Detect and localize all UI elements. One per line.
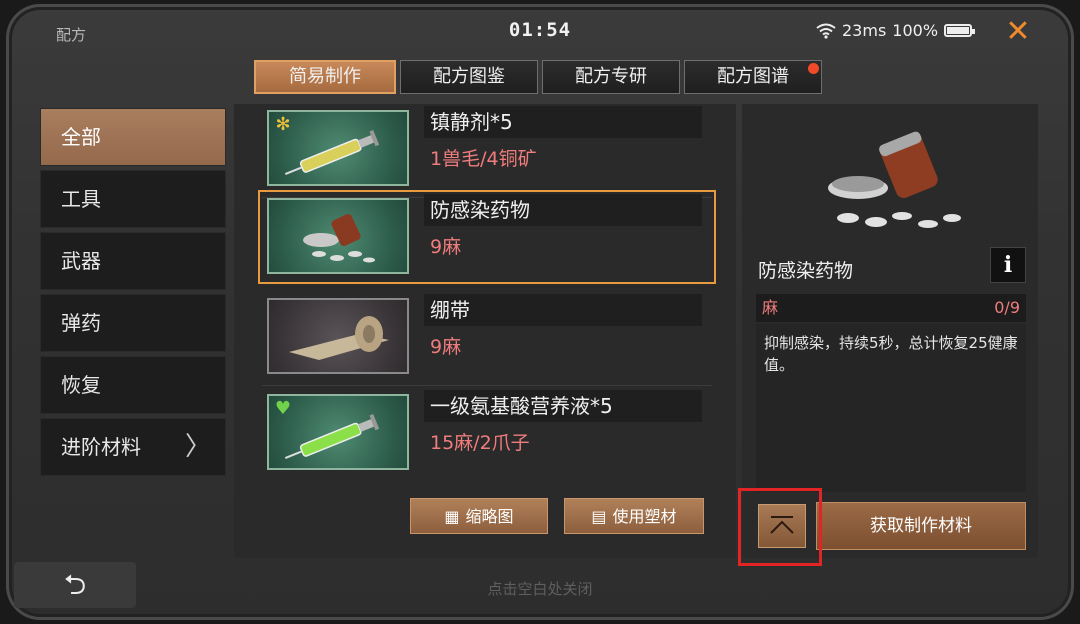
recipe-row-anti-infection[interactable]: 防感染药物 9麻 (258, 190, 716, 284)
recipe-cost: 9麻 (430, 236, 462, 258)
recipe-row-bandage[interactable]: 绷带 9麻 (262, 294, 712, 386)
thumbnail-view-button[interactable]: ▦ 缩略图 (410, 498, 548, 534)
detail-title: 防感染药物 (758, 260, 854, 282)
tab-simple-craft[interactable]: 简易制作 (254, 60, 396, 94)
notification-dot (808, 63, 819, 74)
chevron-right-icon: 〉 (184, 432, 211, 462)
tab-label: 简易制作 (289, 66, 361, 87)
tutorial-highlight-box (738, 488, 822, 566)
sidebar-item-weapons[interactable]: 武器 (40, 232, 226, 290)
battery-text: 100% (892, 21, 939, 40)
category-sidebar: 全部 工具 武器 弹药 恢复 进阶材料 〉 (40, 108, 226, 480)
battery-icon (944, 24, 976, 37)
recipe-cost: 9麻 (430, 336, 462, 358)
use-plastic-button[interactable]: ▤ 使用塑材 (564, 498, 704, 534)
sidebar-item-label: 全部 (61, 125, 101, 149)
sidebar-item-label: 弹药 (61, 311, 101, 335)
button-label: 缩略图 (465, 507, 514, 526)
info-button[interactable]: i (990, 247, 1026, 283)
sidebar-item-advanced-materials[interactable]: 进阶材料 〉 (40, 418, 226, 476)
requirement-name: 麻 (762, 298, 779, 317)
recipe-cost: 1兽毛/4铜矿 (430, 148, 537, 170)
tab-recipe-encyclopedia[interactable]: 配方图鉴 (400, 60, 538, 94)
recipe-list: ✻ 镇静剂*5 1兽毛/4铜矿 防感染药物 9麻 绷带 9麻 ♥ 一级氨基酸营养… (234, 104, 736, 558)
recipe-name: 镇静剂*5 (424, 106, 702, 138)
close-hint[interactable]: 点击空白处关闭 (0, 578, 1080, 599)
recipe-row-sedative[interactable]: ✻ 镇静剂*5 1兽毛/4铜矿 (262, 106, 712, 198)
close-icon[interactable]: ✕ (1000, 14, 1036, 50)
recipe-row-amino-acid[interactable]: ♥ 一级氨基酸营养液*5 15麻/2爪子 (262, 390, 712, 476)
sidebar-item-ammo[interactable]: 弹药 (40, 294, 226, 352)
row-divider (262, 385, 712, 386)
tab-bar: 简易制作 配方图鉴 配方专研 配方图谱 (254, 60, 822, 94)
recipe-cost: 15麻/2爪子 (430, 432, 530, 454)
get-materials-button[interactable]: 获取制作材料 (816, 502, 1026, 550)
tab-recipe-research[interactable]: 配方专研 (542, 60, 680, 94)
list-icon: ▤ (591, 507, 607, 526)
tab-recipe-atlas[interactable]: 配方图谱 (684, 60, 822, 94)
recipe-name: 一级氨基酸营养液*5 (424, 390, 702, 422)
status-bar: 23ms 100% (816, 21, 976, 40)
wifi-icon (816, 23, 836, 39)
sidebar-item-label: 恢复 (61, 373, 101, 397)
button-label: 使用塑材 (612, 507, 677, 526)
syringe-yellow-icon: ✻ (267, 110, 409, 186)
pill-bottle-icon (828, 131, 961, 228)
bandage-roll-icon (267, 298, 409, 374)
pill-bottle-icon (267, 198, 409, 274)
tab-label: 配方专研 (575, 66, 647, 87)
sidebar-item-label: 武器 (61, 249, 101, 273)
syringe-green-icon: ♥ (267, 394, 409, 470)
item-description: 抑制感染，持续5秒，总计恢复25健康值。 (756, 324, 1026, 492)
grid-icon: ▦ (444, 507, 460, 526)
ping-text: 23ms (842, 21, 887, 40)
heart-plus-icon: ♥ (274, 398, 292, 419)
requirement-row: 麻 0/9 (756, 294, 1026, 322)
tab-label: 配方图鉴 (433, 66, 505, 87)
recipe-name: 绷带 (424, 294, 702, 326)
sidebar-item-tools[interactable]: 工具 (40, 170, 226, 228)
sidebar-item-recovery[interactable]: 恢复 (40, 356, 226, 414)
snowflake-icon: ✻ (275, 114, 291, 135)
recipe-name: 防感染药物 (424, 194, 702, 226)
tab-label: 配方图谱 (717, 66, 789, 87)
sidebar-item-label: 工具 (61, 187, 101, 211)
sidebar-item-all[interactable]: 全部 (40, 108, 226, 166)
requirement-count: 0/9 (994, 298, 1020, 317)
sidebar-item-label: 进阶材料 (61, 435, 141, 459)
